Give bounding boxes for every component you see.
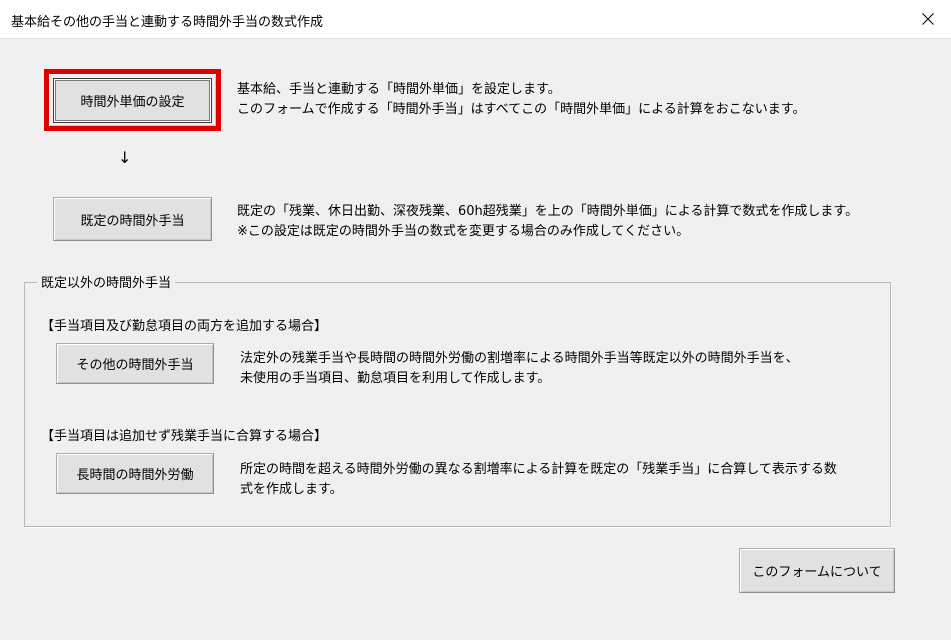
other-overtime-description: 法定外の残業手当や長時間の時間外労働の割増率による時間外手当等既定以外の時間外手… [240, 349, 799, 389]
window-title: 基本給その他の手当と連動する時間外手当の数式作成 [11, 15, 324, 30]
section1-label: 【手当項目及び勤怠項目の両方を追加する場合】 [41, 319, 328, 334]
long-desc-line1: 所定の時間を超える時間外労働の異なる割増率による計算を既定の「残業手当」に合算し… [240, 462, 837, 477]
title-bar: 基本給その他の手当と連動する時間外手当の数式作成 [0, 0, 951, 39]
unit-price-description: 基本給、手当と連動する「時間外単価」を設定します。 このフォームで作成する「時間… [237, 80, 806, 120]
default-overtime-description: 既定の「残業、休日出勤、深夜残業、60h超残業」を上の「時間外単価」による計算で… [237, 202, 858, 242]
close-icon [922, 13, 934, 25]
other-desc-line2: 未使用の手当項目、勤怠項目を利用して作成します。 [240, 371, 551, 386]
long-hours-overtime-button[interactable]: 長時間の時間外労働 [56, 453, 214, 494]
long-desc-line2: 式を作成します。 [240, 482, 343, 497]
unit-price-desc-line2: このフォームで作成する「時間外手当」はすべてこの「時間外単価」による計算をおこな… [237, 102, 806, 117]
other-desc-line1: 法定外の残業手当や長時間の時間外労働の割増率による時間外手当等既定以外の時間外手… [240, 351, 799, 366]
overtime-unit-price-button[interactable]: 時間外単価の設定 [53, 78, 212, 123]
other-overtime-button[interactable]: その他の時間外手当 [56, 343, 214, 384]
unit-price-desc-line1: 基本給、手当と連動する「時間外単価」を設定します。 [237, 82, 561, 97]
default-overtime-button[interactable]: 既定の時間外手当 [53, 197, 212, 241]
about-form-button[interactable]: このフォームについて [739, 548, 895, 593]
default-desc-line1: 既定の「残業、休日出勤、深夜残業、60h超残業」を上の「時間外単価」による計算で… [237, 204, 859, 219]
long-hours-description: 所定の時間を超える時間外労働の異なる割増率による計算を既定の「残業手当」に合算し… [240, 460, 837, 500]
close-button[interactable] [905, 0, 951, 38]
group-title: 既定以外の時間外手当 [37, 272, 176, 291]
down-arrow-icon: ↓ [118, 148, 132, 167]
section2-label: 【手当項目は追加せず残業手当に合算する場合】 [41, 429, 328, 444]
default-desc-line2: ※この設定は既定の時間外手当の数式を変更する場合のみ作成してください。 [237, 224, 690, 239]
